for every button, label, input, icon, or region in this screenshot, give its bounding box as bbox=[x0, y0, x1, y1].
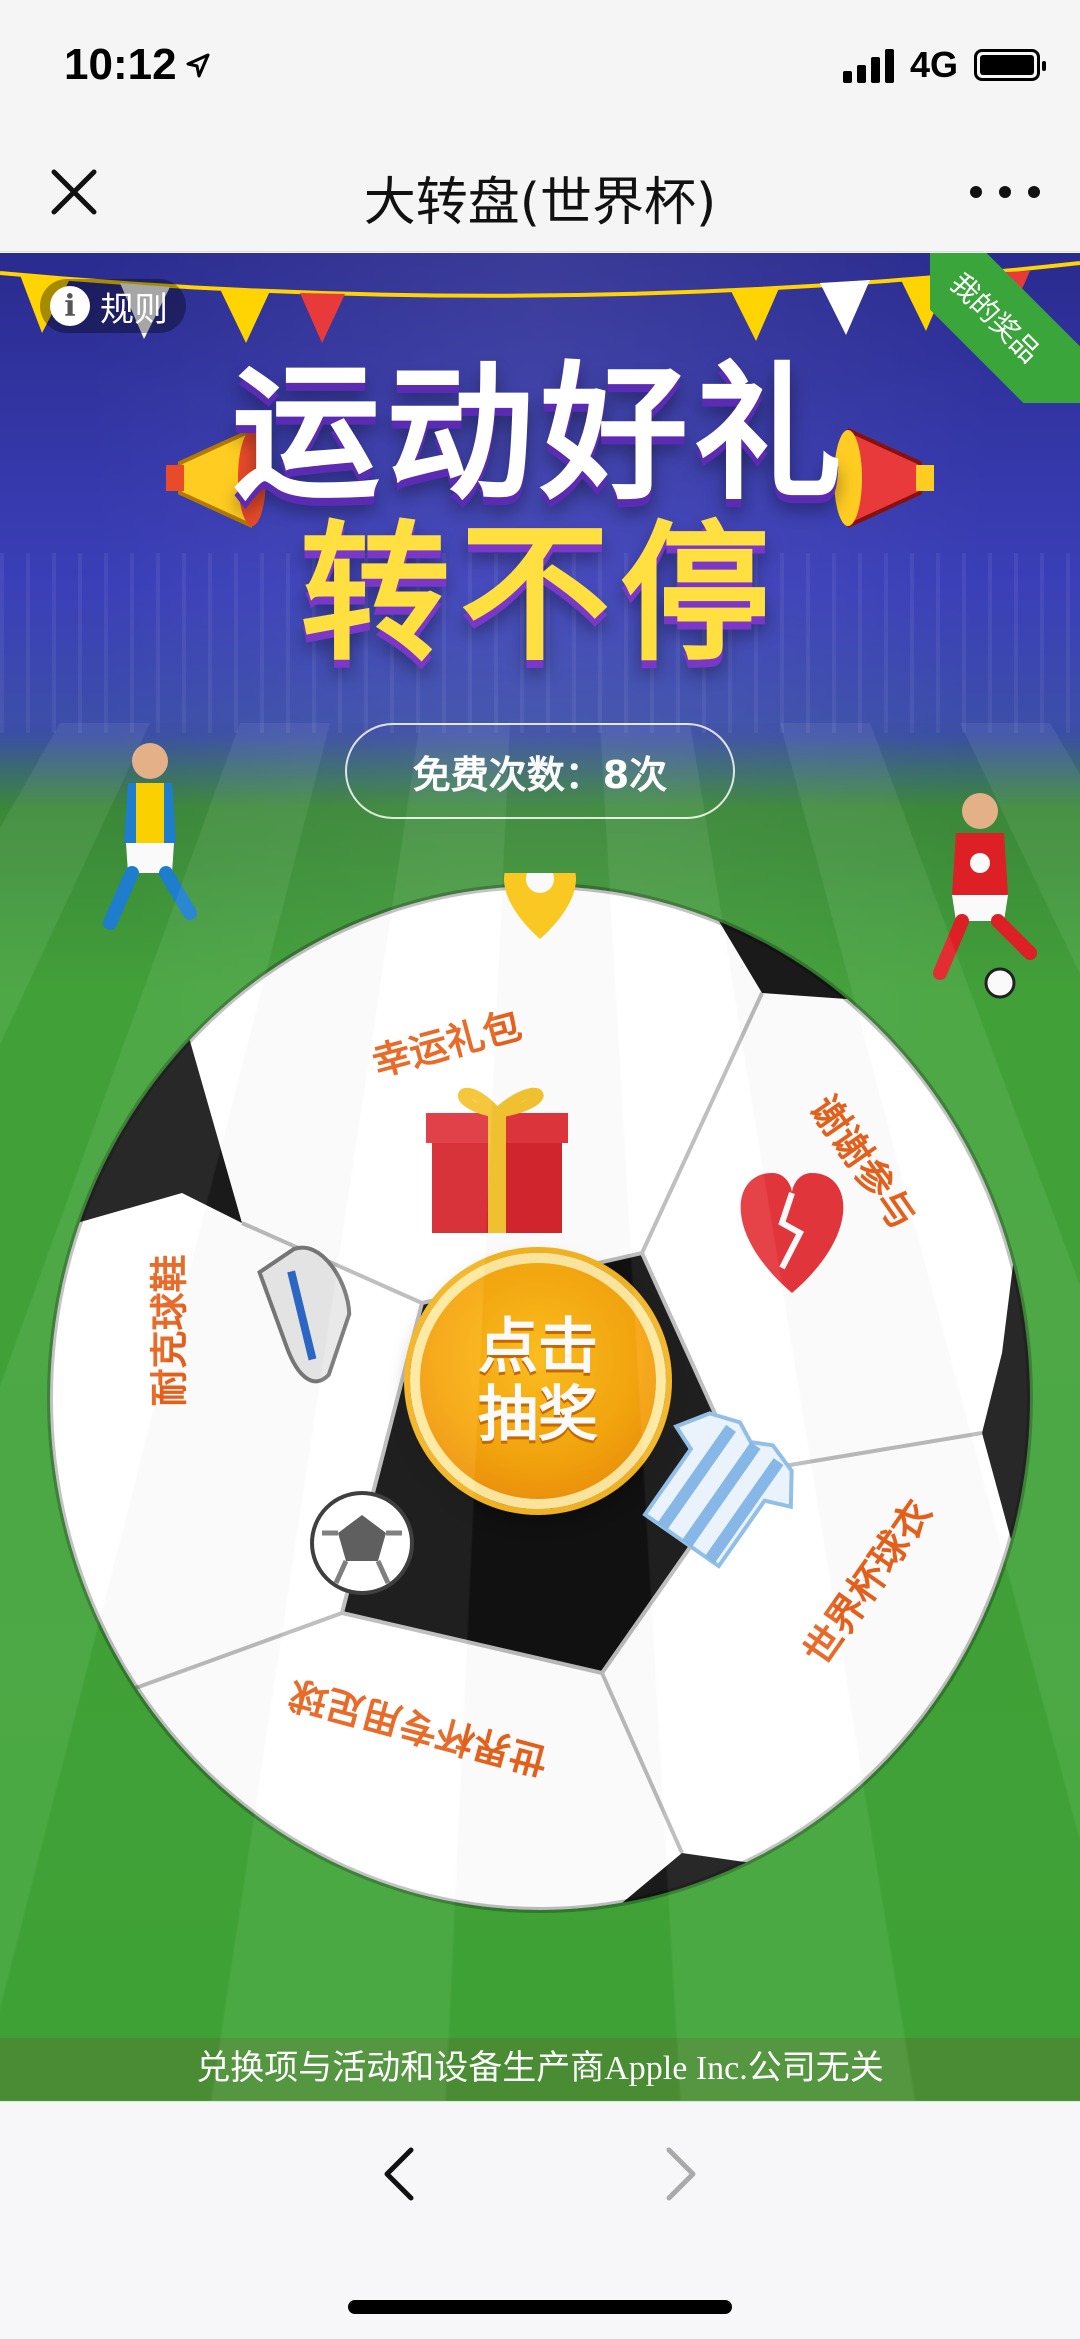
location-arrow-icon bbox=[186, 53, 210, 78]
page-title: 大转盘(世界杯) bbox=[363, 173, 717, 233]
back-arrow-icon[interactable] bbox=[375, 2144, 425, 2204]
segment-label-nike-boots: 耐克球鞋 bbox=[147, 1254, 192, 1407]
gift-box-icon bbox=[426, 1087, 568, 1233]
forward-arrow-icon[interactable] bbox=[655, 2144, 705, 2204]
free-count-badge: 免费次数：8次 bbox=[345, 723, 735, 819]
lottery-page: i 规则 我的奖品 运动好礼 转不停 免费次数：8次 幸运礼包 谢谢参与 世界杯… bbox=[0, 253, 1080, 2101]
draw-button-line-1: 点击 bbox=[478, 1312, 598, 1382]
draw-button-line-2: 抽奖 bbox=[478, 1380, 598, 1450]
signal-icon bbox=[842, 47, 894, 83]
status-indicators: 4G bbox=[842, 44, 1046, 86]
status-time: 10:12 bbox=[64, 40, 177, 89]
home-indicator bbox=[348, 2300, 732, 2314]
status-bar: 10:12 4G bbox=[0, 0, 1080, 132]
more-options-icon[interactable] bbox=[970, 174, 1040, 210]
soccer-ball-icon bbox=[310, 1491, 414, 1595]
draw-button[interactable]: 点击 抽奖 bbox=[410, 1253, 666, 1509]
disclaimer-text: 兑换项与活动和设备生产商Apple Inc.公司无关 bbox=[0, 2038, 1080, 2100]
headline-line-2: 转不停 bbox=[299, 508, 780, 682]
network-label: 4G bbox=[909, 44, 958, 85]
battery-icon bbox=[974, 49, 1046, 81]
nav-bar: 大转盘(世界杯) bbox=[0, 132, 1080, 252]
browser-toolbar bbox=[0, 2101, 1080, 2339]
